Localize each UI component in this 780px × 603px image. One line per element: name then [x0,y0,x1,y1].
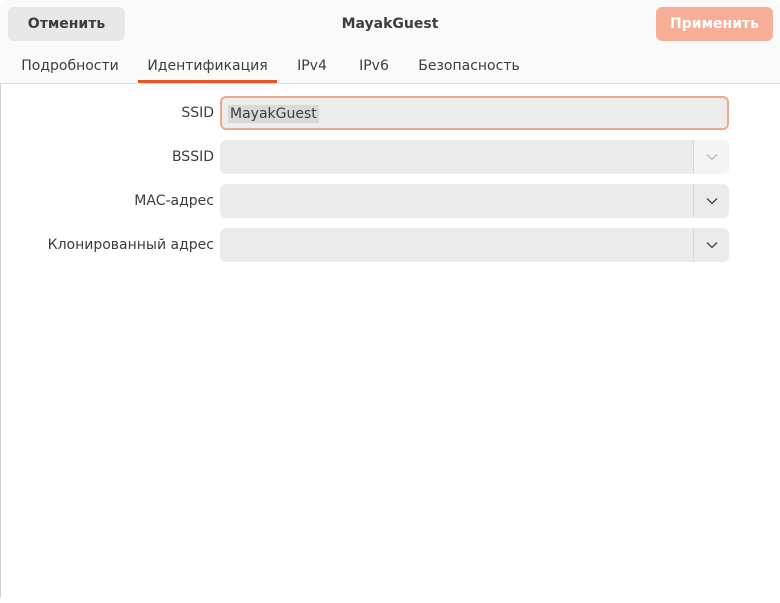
ssid-label: SSID [181,105,214,121]
chevron-down-icon [706,154,717,161]
mac-dropdown-button[interactable] [694,184,729,218]
cancel-button[interactable]: Отменить [8,7,125,41]
ssid-value: MayakGuest [228,105,319,123]
chevron-down-icon [706,198,717,205]
mac-row: MAC-адрес [0,184,780,218]
cloned-address-row: Клонированный адрес [0,228,780,262]
dialog-title: MayakGuest [341,16,439,32]
mac-label: MAC-адрес [134,193,214,209]
tab-ipv6[interactable]: IPv6 [348,48,400,83]
connection-settings-dialog: Отменить MayakGuest Применить Подробност… [0,0,780,603]
ssid-input[interactable]: MayakGuest [220,96,729,130]
bssid-label: BSSID [171,149,214,165]
tab-details[interactable]: Подробности [10,48,130,83]
tab-security[interactable]: Безопасность [410,48,528,83]
cloned-address-dropdown-button[interactable] [694,228,729,262]
dialog-header: Отменить MayakGuest Применить [0,0,780,49]
tab-ipv4[interactable]: IPv4 [286,48,338,83]
tab-bar: Подробности Идентификация IPv4 IPv6 Безо… [0,48,780,84]
bssid-combobox[interactable] [220,140,729,174]
ssid-row: SSID MayakGuest [0,96,780,130]
cloned-address-combobox[interactable] [220,228,729,262]
tab-identity[interactable]: Идентификация [138,48,277,83]
cloned-address-label: Клонированный адрес [47,237,214,253]
bssid-dropdown-button[interactable] [694,140,729,174]
bssid-row: BSSID [0,140,780,174]
apply-button[interactable]: Применить [656,7,773,41]
chevron-down-icon [706,242,717,249]
mac-combobox[interactable] [220,184,729,218]
